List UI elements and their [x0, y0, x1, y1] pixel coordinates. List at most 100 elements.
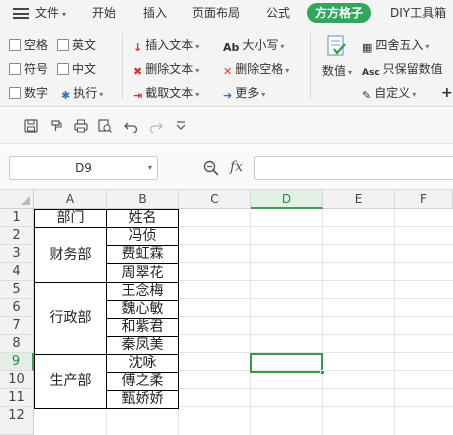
zoom-icon[interactable]	[203, 160, 219, 176]
checkbox-label: 空格	[24, 38, 49, 52]
chevron-down-icon: ▾	[195, 42, 200, 51]
more-button[interactable]: ➔ 更多 ▾	[223, 84, 265, 102]
plus-button[interactable]: +	[441, 84, 453, 102]
hamburger-menu-icon[interactable]	[13, 8, 29, 19]
format-painter-icon[interactable]	[49, 119, 63, 133]
round-button[interactable]: ▦ 四舍五入 ▾	[362, 36, 429, 54]
checkbox-label: 英文	[72, 38, 97, 52]
cell-name[interactable]: 周翠花	[106, 263, 179, 283]
delete-text-button[interactable]: ✖ 删除文本 ▾	[133, 60, 199, 78]
row-header-2[interactable]: 2	[0, 227, 34, 245]
select-all-corner[interactable]	[0, 190, 34, 209]
tab-home[interactable]: 开始	[92, 0, 116, 27]
cell-name[interactable]: 沈咏	[106, 354, 179, 373]
checkbox-space[interactable]: 空格	[9, 36, 48, 54]
chevron-down-icon: ▾	[280, 42, 285, 51]
chevron-down-icon: ▾	[285, 66, 290, 75]
cell-name[interactable]: 甄娇娇	[106, 390, 179, 409]
fx-button[interactable]: fx	[230, 156, 243, 178]
extract-text-button[interactable]: ⇥ 截取文本 ▾	[133, 84, 199, 102]
chevron-down-icon: ▾	[412, 90, 417, 99]
row-header-6[interactable]: 6	[0, 299, 34, 317]
row-header-3[interactable]: 3	[0, 245, 34, 263]
ribbon-divider	[310, 33, 311, 99]
column-header-f[interactable]: F	[395, 190, 453, 209]
checkbox-number[interactable]: 数字	[9, 84, 48, 102]
customize-toolbar-icon[interactable]	[174, 119, 188, 133]
row-header-10[interactable]: 10	[0, 371, 34, 389]
checkbox-label: 中文	[72, 62, 97, 76]
column-header-c[interactable]: C	[179, 190, 251, 209]
row-header-12[interactable]: 12	[0, 407, 34, 435]
cell-dept-production[interactable]: 生产部	[34, 354, 107, 409]
chevron-down-icon: ▾	[195, 66, 200, 75]
cell-name[interactable]: 冯侦	[106, 227, 179, 246]
delete-space-button[interactable]: ✕ 删除空格 ▾	[223, 60, 289, 78]
column-header-b[interactable]: B	[107, 190, 179, 209]
cell-name[interactable]: 和紫君	[106, 318, 179, 337]
formula-input[interactable]	[254, 156, 453, 180]
cell-dept-admin[interactable]: 行政部	[34, 282, 107, 355]
case-button[interactable]: Ab 大小写 ▾	[223, 36, 284, 54]
checkbox-box	[57, 39, 69, 51]
cell-name[interactable]: 傅之柔	[106, 372, 179, 391]
print-preview-icon[interactable]	[98, 119, 112, 133]
row-header-8[interactable]: 8	[0, 335, 34, 353]
selected-cell-d9[interactable]	[250, 353, 323, 373]
custom-button[interactable]: ✎ 自定义 ▾	[362, 84, 416, 102]
checkbox-box	[9, 87, 21, 99]
fill-handle[interactable]	[320, 370, 325, 375]
tab-fangfang[interactable]: 方方格子	[307, 3, 372, 23]
cell-name[interactable]: 王念梅	[106, 282, 179, 301]
custom-label: 自定义	[374, 86, 411, 100]
row-header-11[interactable]: 11	[0, 389, 34, 407]
name-box-value: D9	[75, 161, 92, 175]
ribbon: 空格 英文 符号 中文 数字 ✱ 执行 ▾ ↓ 插入文本 ▾ ✖ 删除文本 ▾ ⇥ 截取文本 ▾…	[0, 27, 453, 107]
cell-name[interactable]: 秦凤美	[106, 336, 179, 355]
value-button[interactable]: 数值 ▾	[317, 32, 357, 92]
delete-text-icon: ✖	[133, 65, 143, 78]
checkbox-english[interactable]: 英文	[57, 36, 96, 54]
cell-name[interactable]: 魏心敏	[106, 300, 179, 319]
round-label: 四舍五入	[375, 38, 424, 52]
execute-button[interactable]: ✱ 执行 ▾	[61, 84, 103, 102]
tab-page-layout[interactable]: 页面布局	[192, 0, 240, 27]
checkbox-symbol[interactable]: 符号	[9, 60, 48, 78]
cell-b1-header[interactable]: 姓名	[106, 209, 179, 228]
keep-values-button[interactable]: Asc 只保留数值	[362, 60, 443, 78]
arrow-right-icon: ➔	[223, 89, 233, 102]
value-label: 数值	[321, 64, 346, 78]
row-header-4[interactable]: 4	[0, 263, 34, 281]
row-header-5[interactable]: 5	[0, 281, 34, 299]
cell-name[interactable]: 费虹霖	[106, 245, 179, 264]
chevron-down-icon: ▾	[261, 90, 266, 99]
delete-text-label: 删除文本	[145, 62, 194, 76]
chevron-down-icon: ▾	[425, 42, 430, 51]
row-header-1[interactable]: 1	[0, 209, 34, 227]
redo-icon[interactable]	[149, 119, 163, 133]
chevron-down-icon: ▾	[62, 10, 67, 19]
column-header-a[interactable]: A	[34, 190, 107, 209]
name-box[interactable]: D9 ▾	[9, 156, 158, 180]
value-icon	[325, 34, 349, 58]
tab-insert[interactable]: 插入	[143, 0, 167, 27]
insert-text-button[interactable]: ↓ 插入文本 ▾	[133, 36, 199, 54]
cell-a1-header[interactable]: 部门	[34, 209, 107, 228]
select-all-icon	[21, 196, 30, 205]
undo-icon[interactable]	[124, 119, 138, 133]
menu-file[interactable]: 文件 ▾	[35, 0, 66, 27]
tab-formulas[interactable]: 公式	[266, 0, 290, 27]
tab-diy-toolbox[interactable]: DIY工具箱	[390, 0, 446, 27]
cell-dept-finance[interactable]: 财务部	[34, 227, 107, 283]
insert-text-icon: ↓	[133, 41, 143, 54]
checkbox-chinese[interactable]: 中文	[57, 60, 96, 78]
column-header-d[interactable]: D	[251, 190, 323, 209]
print-icon[interactable]	[74, 119, 88, 133]
insert-text-label: 插入文本	[145, 38, 194, 52]
keep-values-label: 只保留数值	[382, 62, 443, 76]
save-icon[interactable]	[24, 119, 38, 133]
row-header-9[interactable]: 9	[0, 353, 34, 371]
column-header-e[interactable]: E	[323, 190, 395, 209]
grid-icon: ▦	[362, 41, 373, 54]
row-header-7[interactable]: 7	[0, 317, 34, 335]
